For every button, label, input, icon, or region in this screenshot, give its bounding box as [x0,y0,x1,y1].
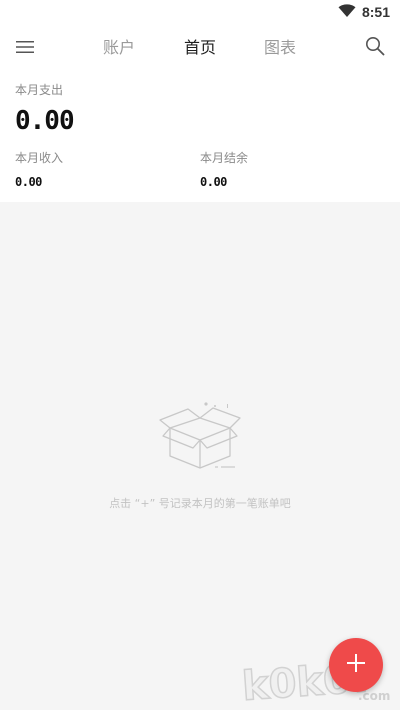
add-record-button[interactable] [329,638,383,692]
screen: 8:51 账户 首页 图表 本月支出 0.00 本月收入 0.00 本月结余 0… [0,0,400,710]
balance-value: 0.00 [200,175,227,189]
income-value: 0.00 [15,175,42,189]
tab-home[interactable]: 首页 [170,36,230,60]
status-right: 8:51 [338,2,390,22]
tab-accounts[interactable]: 账户 [89,36,149,60]
app-bar: 账户 首页 图表 [0,24,400,72]
search-button[interactable] [360,36,390,60]
plus-icon [345,652,367,678]
wifi-icon [338,3,356,22]
menu-button[interactable] [10,36,40,60]
search-icon [365,36,385,60]
status-bar: 8:51 [0,0,400,24]
tab-chart[interactable]: 图表 [250,36,310,60]
income-label: 本月收入 [15,151,64,165]
menu-icon [16,39,34,58]
monthly-summary: 本月支出 0.00 本月收入 0.00 本月结余 0.00 [0,72,400,202]
empty-box-icon [155,398,245,474]
status-time: 8:51 [361,4,390,20]
balance-label: 本月结余 [200,151,249,165]
expense-label: 本月支出 [15,83,64,97]
expense-value: 0.00 [15,106,75,136]
empty-hint: 点击 “+” 号记录本月的第一笔账单吧 [109,497,291,510]
